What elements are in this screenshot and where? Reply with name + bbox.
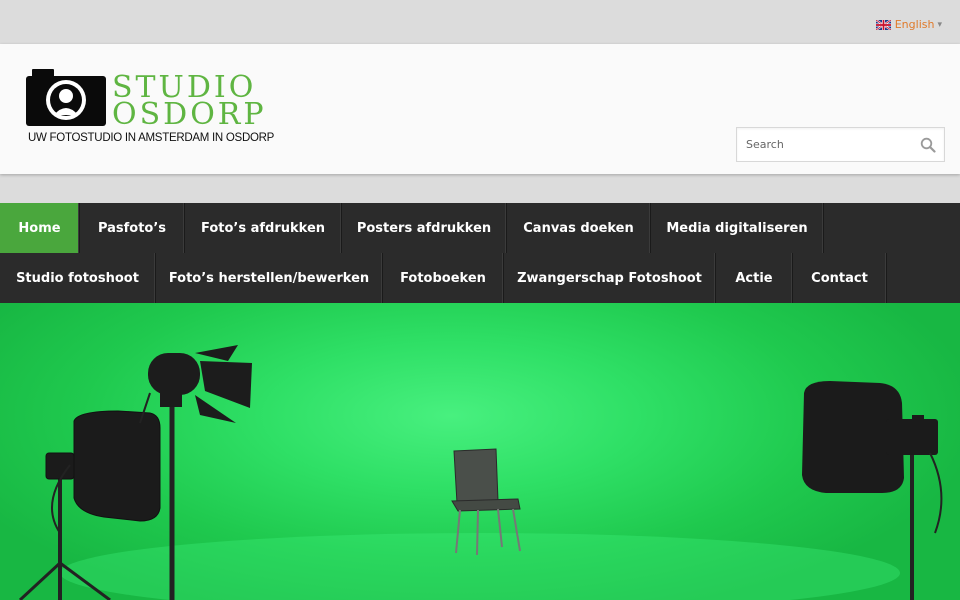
nav-item-home[interactable]: Home xyxy=(0,203,80,253)
nav-item-canvas-doeken[interactable]: Canvas doeken xyxy=(507,203,651,253)
nav-row-2: Studio fotoshoot Foto’s herstellen/bewer… xyxy=(0,253,960,303)
site-logo[interactable]: STUDIO OSDORP UW FOTOSTUDIO IN AMSTERDAM… xyxy=(26,69,274,149)
nav-item-fotoboeken[interactable]: Fotoboeken xyxy=(383,253,504,303)
uk-flag-icon xyxy=(875,19,891,30)
hero-banner xyxy=(0,303,960,600)
top-bar: English ▾ xyxy=(0,0,960,44)
camera-person-icon xyxy=(26,69,106,126)
search-input[interactable] xyxy=(737,128,912,161)
nav-item-pasfotos[interactable]: Pasfoto’s xyxy=(80,203,185,253)
nav-item-posters-afdrukken[interactable]: Posters afdrukken xyxy=(342,203,507,253)
nav-item-fotos-afdrukken[interactable]: Foto’s afdrukken xyxy=(185,203,342,253)
nav-row-1: Home Pasfoto’s Foto’s afdrukken Posters … xyxy=(0,203,960,253)
search-icon[interactable] xyxy=(920,137,936,153)
logo-title-line2: OSDORP xyxy=(112,97,267,132)
nav-item-contact[interactable]: Contact xyxy=(793,253,887,303)
chevron-down-icon[interactable]: ▾ xyxy=(937,20,942,30)
language-switcher[interactable]: English ▾ xyxy=(875,18,942,31)
logo-tagline: UW FOTOSTUDIO IN AMSTERDAM IN OSDORP xyxy=(28,130,275,144)
search-box xyxy=(736,127,945,162)
site-header: STUDIO OSDORP UW FOTOSTUDIO IN AMSTERDAM… xyxy=(0,44,960,174)
nav-item-actie[interactable]: Actie xyxy=(716,253,793,303)
nav-item-fotos-herstellen[interactable]: Foto’s herstellen/bewerken xyxy=(156,253,383,303)
nav-item-studio-fotoshoot[interactable]: Studio fotoshoot xyxy=(0,253,156,303)
nav-item-zwangerschap-fotoshoot[interactable]: Zwangerschap Fotoshoot xyxy=(504,253,716,303)
nav-item-media-digitaliseren[interactable]: Media digitaliseren xyxy=(651,203,824,253)
main-navigation: Home Pasfoto’s Foto’s afdrukken Posters … xyxy=(0,203,960,303)
language-label[interactable]: English xyxy=(895,18,935,31)
studio-scene-image xyxy=(18,345,943,600)
